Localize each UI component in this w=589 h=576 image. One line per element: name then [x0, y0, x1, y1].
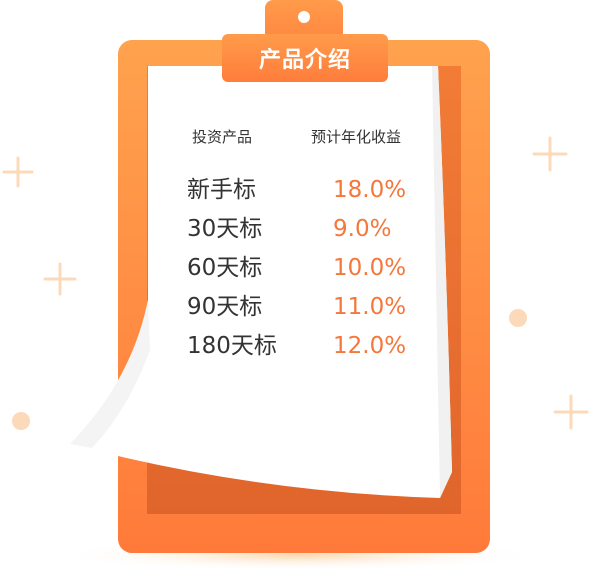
product-intro-card: 产品介绍 投资产品 预计年化收益 新手标 18.0% 30天标 9.0% 60天…: [0, 0, 589, 576]
dot-icon-left: [12, 412, 30, 430]
product-row: 60天标 10.0%: [0, 248, 589, 288]
product-yield: 9.0%: [333, 216, 392, 242]
product-row: 新手标 18.0%: [0, 170, 589, 210]
product-yield: 18.0%: [333, 177, 407, 203]
product-yield: 10.0%: [333, 255, 407, 281]
product-yield: 12.0%: [333, 333, 407, 359]
product-yield: 11.0%: [333, 294, 407, 320]
plus-icon-right-bottom: [553, 394, 589, 430]
product-row: 30天标 9.0%: [0, 209, 589, 249]
product-name: 180天标: [187, 333, 277, 359]
product-row: 90天标 11.0%: [0, 287, 589, 327]
header-product: 投资产品: [192, 128, 253, 146]
product-name: 90天标: [187, 294, 263, 320]
product-row: 180天标 12.0%: [0, 326, 589, 366]
header-yield: 预计年化收益: [311, 128, 402, 146]
product-name: 30天标: [187, 216, 263, 242]
plus-icon-right-top: [532, 136, 568, 172]
product-name: 60天标: [187, 255, 263, 281]
clip-hole-icon: [298, 11, 310, 23]
card-title: 产品介绍: [258, 48, 351, 73]
product-name: 新手标: [187, 177, 256, 203]
